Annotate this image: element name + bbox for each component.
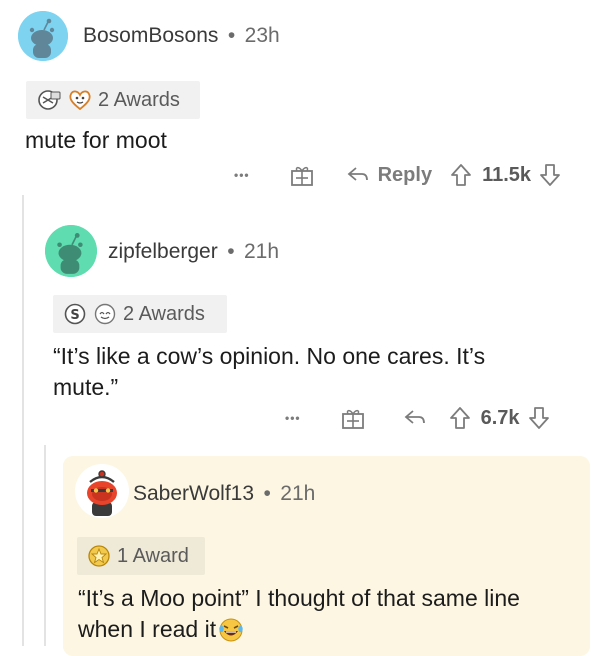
award-silver-icon: S (63, 302, 87, 326)
reply-arrow-icon[interactable] (346, 165, 370, 185)
awards-badge[interactable]: 2 Awards (26, 81, 200, 119)
awards-count: 1 Award (117, 544, 189, 567)
snoo-avatar-icon (18, 11, 68, 61)
reply-arrow-icon[interactable] (403, 408, 427, 428)
downvote-icon[interactable] (528, 406, 550, 430)
award-helpful-icon (36, 89, 62, 111)
avatar[interactable] (18, 11, 68, 61)
svg-text:S: S (70, 308, 79, 323)
laughing-emoji-icon (218, 617, 244, 643)
reply-button[interactable]: Reply (378, 164, 432, 187)
comment-text-line: “It’s a Moo point” I thought of that sam… (78, 585, 520, 611)
award-gold-icon (87, 544, 111, 568)
comment-text: mute for moot (25, 127, 167, 153)
award-wholesome-icon (93, 302, 117, 326)
awards-count: 2 Awards (98, 88, 180, 111)
comment-text-line: “It’s like a cow’s opinion. No one cares… (53, 343, 486, 369)
timestamp[interactable]: 21h (280, 482, 315, 505)
avatar[interactable] (75, 464, 129, 518)
comment-text-line: mute.” (53, 374, 119, 400)
awards-badge[interactable]: S 2 Awards (53, 295, 227, 333)
more-options-button[interactable]: ••• (285, 411, 301, 425)
snoo-avatar-icon (45, 225, 97, 277)
awards-badge[interactable]: 1 Award (77, 537, 205, 575)
more-options-button[interactable]: ••• (234, 168, 250, 182)
username[interactable]: SaberWolf13 (133, 482, 254, 505)
gift-award-icon[interactable] (341, 406, 365, 430)
downvote-icon[interactable] (539, 163, 561, 187)
username[interactable]: zipfelberger (108, 240, 218, 263)
username[interactable]: BosomBosons (83, 24, 218, 47)
avatar[interactable] (45, 225, 97, 277)
comment-text: “It’s a Moo point” I thought of that sam… (78, 583, 520, 645)
snoo-avatar-icon (75, 464, 129, 518)
thread-line-level-2[interactable] (44, 445, 46, 646)
upvote-icon[interactable] (449, 406, 471, 430)
vote-count: 11.5k (482, 163, 532, 186)
thread-line-level-1[interactable] (22, 195, 24, 646)
comment-actions: ••• 6.7k (285, 406, 550, 430)
comment-text-line: when I read it (78, 616, 217, 642)
comment-actions: ••• Reply 11.5k (234, 163, 561, 187)
awards-count: 2 Awards (123, 302, 205, 325)
gift-award-icon[interactable] (290, 163, 314, 187)
award-heart-icon (68, 89, 92, 111)
vote-count: 6.7k (480, 406, 520, 429)
comment-text: “It’s like a cow’s opinion. No one cares… (53, 341, 485, 403)
timestamp[interactable]: 23h (245, 24, 280, 47)
separator-dot: • (263, 482, 271, 505)
upvote-icon[interactable] (450, 163, 472, 187)
timestamp[interactable]: 21h (244, 240, 279, 263)
separator-dot: • (227, 240, 235, 263)
separator-dot: • (227, 24, 236, 47)
